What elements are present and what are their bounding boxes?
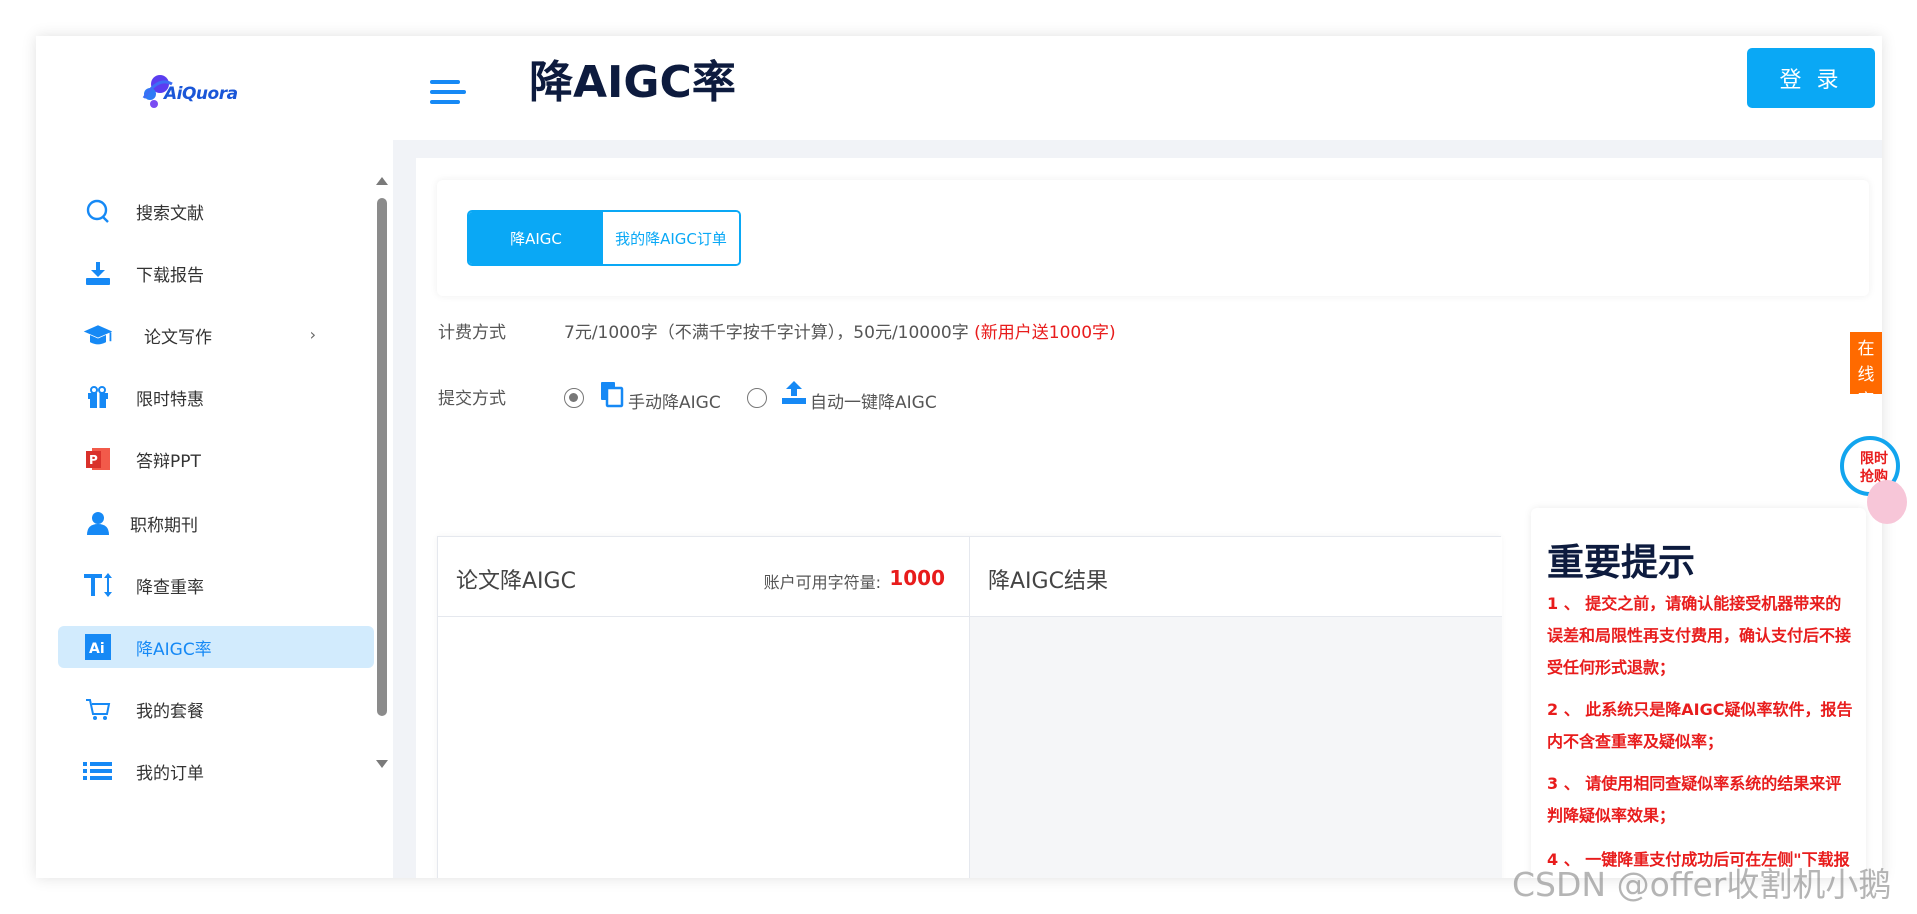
watermark: CSDN @offer收割机小鹅 bbox=[1512, 865, 1892, 904]
sidebar-nav: 搜索文献 下载报告 论文写作 › 限时特惠 P 答辩PPT 职称期刊 降查重率 … bbox=[36, 184, 376, 804]
upload-icon bbox=[782, 381, 806, 404]
page-title: 降AIGC率 bbox=[529, 57, 736, 108]
billing-text: 7元/1000字（不满千字按千字计算），50元/10000字 (新用户送1000… bbox=[564, 318, 1116, 343]
chevron-right-icon: › bbox=[309, 325, 316, 344]
notice-item: 3 、 请使用相同查疑似率系统的结果来评判降疑似率效果； bbox=[1547, 774, 1842, 825]
svg-text:Ai: Ai bbox=[89, 641, 105, 657]
sidebar-item-paper-writing[interactable]: 论文写作 › bbox=[58, 314, 374, 356]
document-copy-icon bbox=[601, 382, 624, 408]
tab-reduce-aigc[interactable]: 降AIGC bbox=[469, 212, 604, 264]
input-pane-header: 论文降AIGC 账户可用字符量: 1000 bbox=[438, 537, 969, 617]
sidebar-item-defense-ppt[interactable]: P 答辩PPT bbox=[58, 438, 374, 480]
manual-option-label[interactable]: 手动降AIGC bbox=[628, 388, 721, 413]
download-icon bbox=[82, 257, 114, 289]
tab-group: 降AIGC 我的降AIGC订单 bbox=[467, 210, 741, 266]
menu-toggle-icon[interactable] bbox=[430, 80, 466, 108]
sidebar-item-reduce-duplicate[interactable]: 降查重率 bbox=[58, 564, 374, 606]
result-output bbox=[970, 617, 1502, 878]
sidebar-item-label: 答辩PPT bbox=[136, 451, 201, 472]
text-size-icon bbox=[82, 569, 114, 601]
cart-icon bbox=[82, 693, 114, 725]
app-window: AiQuora 搜索文献 下载报告 论文写作 › 限时特惠 P 答辩PPT 职称… bbox=[36, 36, 1882, 878]
sidebar-item-label: 论文写作 bbox=[144, 327, 212, 348]
sidebar-item-label: 降查重率 bbox=[136, 577, 204, 598]
scroll-down-arrow-icon[interactable] bbox=[376, 760, 388, 768]
sidebar-item-my-orders[interactable]: 我的订单 bbox=[58, 750, 374, 792]
billing-label: 计费方式 bbox=[438, 323, 506, 343]
new-user-promo: (新用户送1000字) bbox=[974, 323, 1116, 343]
sidebar-item-label: 职称期刊 bbox=[130, 515, 198, 536]
scroll-up-arrow-icon[interactable] bbox=[376, 177, 388, 185]
billing-price: 7元/1000字（不满千字按千字计算），50元/10000字 bbox=[564, 323, 969, 343]
sidebar-item-my-package[interactable]: 我的套餐 bbox=[58, 688, 374, 730]
result-pane-header: 降AIGC结果 bbox=[970, 537, 1502, 617]
sidebar-item-label: 下载报告 bbox=[136, 265, 204, 286]
search-icon bbox=[82, 195, 114, 227]
login-button[interactable]: 登 录 bbox=[1747, 48, 1875, 108]
notice-item: 2 、 此系统只是降AIGC疑似率软件，报告内不含查重率及疑似率； bbox=[1547, 700, 1853, 751]
powerpoint-icon: P bbox=[82, 443, 114, 475]
sidebar-item-limited-offer[interactable]: 限时特惠 bbox=[58, 376, 374, 418]
top-header: 降AIGC率 登 录 bbox=[393, 36, 1882, 140]
result-pane-title: 降AIGC结果 bbox=[988, 569, 1108, 594]
tab-my-aigc-orders[interactable]: 我的降AIGC订单 bbox=[603, 212, 739, 264]
editor-panel: 论文降AIGC 账户可用字符量: 1000 降AIGC结果 bbox=[437, 536, 1502, 878]
quota-label: 账户可用字符量: bbox=[763, 573, 881, 592]
submit-method-label: 提交方式 bbox=[438, 389, 506, 409]
input-pane-title: 论文降AIGC bbox=[456, 569, 576, 594]
auto-option-label[interactable]: 自动一键降AIGC bbox=[810, 388, 937, 413]
quota-value: 1000 bbox=[889, 566, 945, 590]
input-pane: 论文降AIGC 账户可用字符量: 1000 bbox=[438, 537, 970, 878]
list-icon bbox=[82, 755, 114, 787]
sidebar-item-title-journal[interactable]: 职称期刊 bbox=[58, 502, 374, 544]
auto-radio[interactable] bbox=[747, 388, 767, 408]
sidebar-item-label: 限时特惠 bbox=[136, 389, 204, 410]
manual-radio[interactable] bbox=[564, 388, 584, 408]
sidebar-item-label: 我的订单 bbox=[136, 763, 204, 784]
ai-icon: Ai bbox=[82, 631, 114, 663]
notice-panel: 重要提示 1 、 提交之前，请确认能接受机器带来的误差和局限性再支付费用，确认支… bbox=[1531, 508, 1866, 878]
notice-title: 重要提示 bbox=[1547, 541, 1695, 584]
result-pane: 降AIGC结果 bbox=[970, 537, 1502, 878]
sidebar-item-label: 降AIGC率 bbox=[136, 639, 212, 660]
sidebar: AiQuora 搜索文献 下载报告 论文写作 › 限时特惠 P 答辩PPT 职称… bbox=[36, 36, 393, 878]
tabs-card: 降AIGC 我的降AIGC订单 bbox=[437, 180, 1869, 296]
user-icon bbox=[82, 507, 114, 539]
logo-text: AiQuora bbox=[164, 84, 238, 104]
sidebar-item-download-report[interactable]: 下载报告 bbox=[58, 252, 374, 294]
sidebar-scrollbar[interactable] bbox=[377, 198, 387, 716]
sidebar-item-label: 我的套餐 bbox=[136, 701, 204, 722]
svg-text:P: P bbox=[89, 453, 98, 467]
sidebar-item-search-literature[interactable]: 搜索文献 bbox=[58, 190, 374, 232]
promo-decoration bbox=[1867, 480, 1907, 524]
gift-icon bbox=[82, 381, 114, 413]
main-content: 降AIGC 我的降AIGC订单 计费方式 7元/1000字（不满千字按千字计算）… bbox=[416, 158, 1882, 878]
sidebar-item-label: 搜索文献 bbox=[136, 203, 204, 224]
sidebar-item-reduce-aigc[interactable]: Ai 降AIGC率 bbox=[58, 626, 374, 668]
paper-text-input[interactable] bbox=[438, 617, 969, 878]
customer-service-tab[interactable]: 在线客服 bbox=[1850, 332, 1882, 394]
graduation-cap-icon bbox=[82, 319, 114, 351]
notice-item: 1 、 提交之前，请确认能接受机器带来的误差和局限性再支付费用，确认支付后不接受… bbox=[1547, 594, 1852, 677]
